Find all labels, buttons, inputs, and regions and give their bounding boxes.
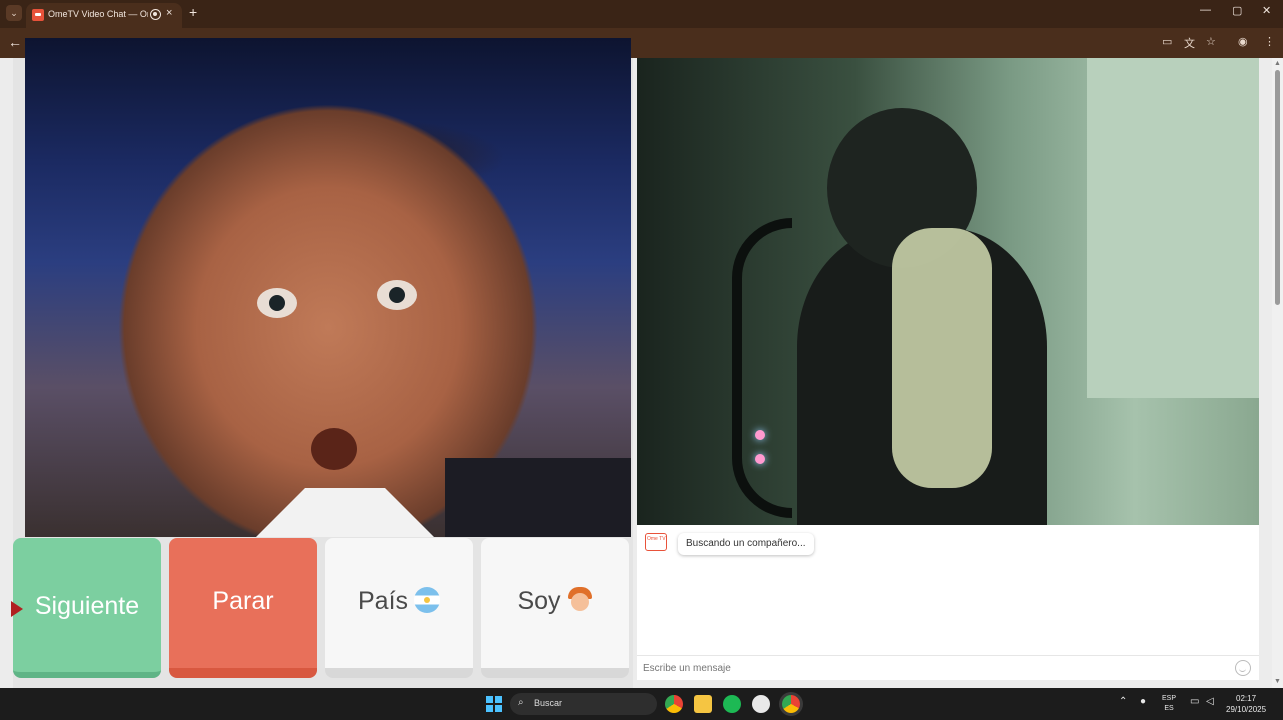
windows-taskbar: ⌕ Buscar ⌃ ● ESP ES ▭ ◁ 02:17 29/10/2025 <box>0 688 1283 720</box>
mouse-cursor-icon <box>11 601 23 617</box>
chat-logo-text: Ome TV <box>647 536 666 542</box>
video-chair <box>732 218 792 518</box>
stop-button[interactable]: Parar <box>169 538 317 678</box>
chat-panel: Ome TV Buscando un compañero... <box>637 525 1259 680</box>
spotify-app-icon[interactable] <box>723 695 741 713</box>
microphone-icon[interactable]: ● <box>1140 696 1146 707</box>
emoji-picker-icon[interactable] <box>1235 660 1251 676</box>
video-background-person <box>445 458 631 537</box>
profile-icon[interactable]: ◉ <box>1238 35 1248 48</box>
taskbar-search-box[interactable]: ⌕ Buscar <box>510 693 657 715</box>
chat-input-bar <box>637 655 1259 680</box>
chrome-app-icon[interactable] <box>665 695 683 713</box>
ometv-logo-icon: Ome TV <box>645 533 667 551</box>
chat-message-input[interactable] <box>643 660 1203 677</box>
video-partner-hair <box>892 228 992 488</box>
page-scrollbar[interactable]: ▲ ▼ <box>1272 58 1283 688</box>
recording-indicator-icon <box>150 9 161 20</box>
language-code: ESP <box>1162 695 1177 702</box>
next-button[interactable]: Siguiente <box>13 538 161 678</box>
minimize-button[interactable]: — <box>1200 4 1211 16</box>
scroll-down-arrow-icon[interactable]: ▼ <box>1274 678 1281 685</box>
self-video-feed <box>25 38 631 537</box>
gender-button-label: Soy <box>517 587 561 615</box>
boy-emoji-icon <box>567 587 593 613</box>
tab-title: OmeTV Video Chat — Ome <box>48 9 148 19</box>
app-icon[interactable] <box>752 695 770 713</box>
stop-button-label: Parar <box>212 587 274 615</box>
clock-date: 29/10/2025 <box>1226 705 1267 714</box>
file-explorer-icon[interactable] <box>694 695 712 713</box>
video-led-light <box>755 430 765 440</box>
taskbar-search-label: Buscar <box>534 698 563 708</box>
taskbar-clock[interactable]: 02:17 29/10/2025 <box>1226 693 1266 715</box>
chat-status-message: Buscando un compañero... <box>678 533 814 555</box>
next-button-label: Siguiente <box>34 592 140 620</box>
partner-video-feed <box>637 58 1259 525</box>
video-subject-mouth <box>311 428 357 470</box>
new-tab-button[interactable]: + <box>189 4 197 20</box>
video-led-light <box>755 454 765 464</box>
tab-close-button[interactable]: × <box>166 7 172 19</box>
ometv-favicon-icon <box>32 9 44 21</box>
cast-icon[interactable]: ▭ <box>1162 35 1172 48</box>
country-button-label: País <box>357 587 409 615</box>
windows-start-icon[interactable] <box>486 696 502 712</box>
close-window-button[interactable]: ✕ <box>1262 4 1271 17</box>
keyboard-layout: ES <box>1164 705 1174 712</box>
search-icon: ⌕ <box>518 697 524 708</box>
video-subject-eye <box>257 288 297 318</box>
menu-dots-icon[interactable]: ⋮ <box>1264 35 1275 48</box>
translate-icon[interactable]: 文 <box>1184 35 1195 51</box>
tray-chevron-up-icon[interactable]: ⌃ <box>1119 696 1127 707</box>
network-icon[interactable]: ▭ <box>1190 696 1199 707</box>
scroll-thumb[interactable] <box>1275 70 1280 305</box>
video-background-wall <box>1087 58 1259 398</box>
gender-selector-button[interactable]: Soy <box>481 538 629 678</box>
argentina-flag-icon <box>414 587 441 614</box>
video-subject-eye <box>377 280 417 310</box>
scroll-up-arrow-icon[interactable]: ▲ <box>1274 60 1281 67</box>
browser-tab-bar: ⌄ OmeTV Video Chat — Ome × + — ▢ ✕ <box>0 0 1283 28</box>
browser-tab-ometv[interactable]: OmeTV Video Chat — Ome × <box>26 3 182 28</box>
maximize-button[interactable]: ▢ <box>1232 4 1242 17</box>
tab-search-chevron-icon[interactable]: ⌄ <box>6 5 22 21</box>
volume-icon[interactable]: ◁ <box>1206 696 1214 707</box>
country-selector-button[interactable]: País <box>325 538 473 678</box>
clock-time: 02:17 <box>1236 694 1257 703</box>
chrome-active-app-icon[interactable] <box>782 695 800 713</box>
bookmark-star-icon[interactable]: ☆ <box>1206 35 1216 48</box>
language-indicator[interactable]: ESP ES <box>1162 694 1176 714</box>
back-button[interactable]: ← <box>8 34 22 50</box>
ometv-page: Siguiente Parar País Soy Ome TV Buscando… <box>0 38 1283 688</box>
video-subject-shirt <box>245 488 445 537</box>
